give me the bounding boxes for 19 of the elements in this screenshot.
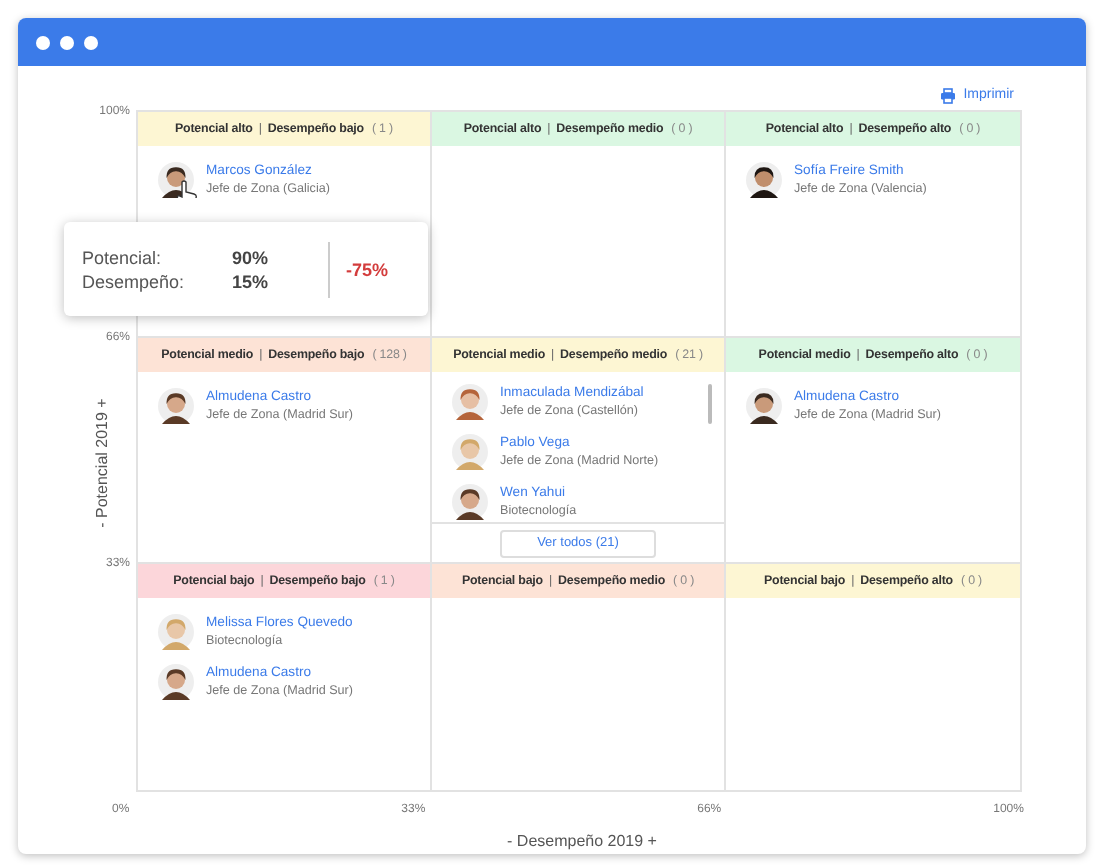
x-axis-title: - Desempeño 2019 + [507, 832, 657, 850]
avatar [158, 388, 194, 424]
avatar [452, 383, 488, 420]
y-axis-title: - Potencial 2019 + [93, 396, 111, 532]
printer-icon [939, 87, 956, 103]
tooltip-delta: -75% [346, 259, 389, 279]
avatar [158, 664, 194, 700]
tooltip-label: Potencial: [82, 247, 164, 267]
scrollbar[interactable] [708, 384, 712, 424]
avatar [746, 388, 782, 424]
avatar [452, 433, 488, 470]
tooltip-value: 15% [232, 271, 271, 291]
avatar [746, 162, 782, 198]
tooltip-value: 90% [232, 247, 271, 267]
window-dot-icon[interactable] [84, 35, 98, 49]
tooltip-label: Desempeño: [82, 271, 187, 291]
window-dot-icon[interactable] [60, 35, 74, 49]
window-dot-icon[interactable] [36, 35, 50, 49]
avatar [158, 614, 194, 650]
